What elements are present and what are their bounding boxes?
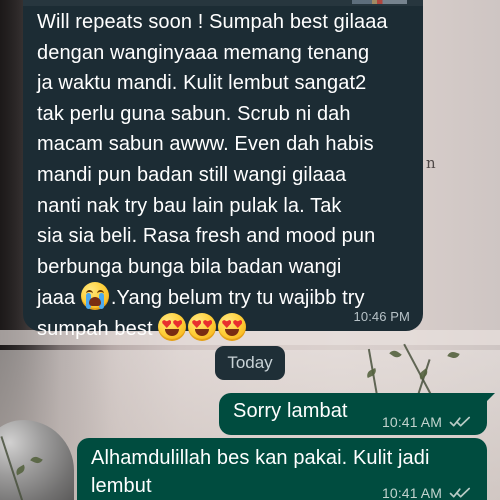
incoming-message-bubble[interactable]: Will repeats soon ! Sumpah best gilaaa d… — [23, 0, 423, 341]
plant-leaf — [30, 454, 43, 466]
emoji-heart-eye-shape — [192, 319, 202, 328]
message-line: ja waktu mandi. Kulit lembut sangat2 — [37, 72, 367, 95]
chat-screen: n Will repeats soon ! Sumpah best gilaaa… — [0, 0, 500, 500]
message-line: berbunga bunga bila badan wangi — [37, 255, 342, 278]
message-line: sia sia beli. Rasa fresh and mood pun — [37, 225, 376, 248]
incoming-message-text: Will repeats soon ! Sumpah best gilaaa d… — [37, 7, 409, 344]
heart-eyes-emoji-icon — [188, 312, 217, 341]
message-line: mandi pun badan still wangi gilaaa — [37, 163, 347, 186]
emoji-smile-shape — [165, 328, 180, 336]
double-check-icon — [449, 416, 471, 428]
message-line: Will repeats soon ! Sumpah best gilaaa — [37, 11, 388, 33]
background-partial-text: n — [426, 154, 436, 172]
plant-leaf — [14, 464, 27, 476]
outgoing-message-time: 10:41 AM — [382, 485, 442, 500]
message-line: dengan wanginyaaa memang tenang — [37, 41, 370, 64]
message-line: macam sabun awww. Even dah habis — [37, 133, 374, 156]
message-line: nanti nak try bau lain pulak la. Tak — [37, 194, 342, 217]
outgoing-message-bubble[interactable]: Sorry lambat 10:41 AM — [219, 393, 495, 435]
heart-eyes-emoji-icon — [218, 312, 247, 341]
crying-face-emoji-icon — [80, 282, 109, 311]
emoji-smile-shape — [195, 328, 210, 336]
message-text-fragment: sumpah best — [37, 317, 159, 340]
date-separator: Today — [215, 346, 285, 380]
emoji-mouth-shape — [88, 297, 101, 307]
message-line: tak perlu guna sabun. Scrub ni dah — [37, 102, 351, 125]
emoji-heart-eye-shape — [162, 319, 172, 328]
emoji-heart-eye-shape — [233, 319, 243, 328]
heart-eyes-emoji-icon — [158, 312, 187, 341]
cropped-message-header — [23, 0, 423, 6]
background-plant-left — [0, 436, 72, 500]
emoji-heart-eye-shape — [173, 319, 183, 328]
outgoing-message-line: Alhamdulillah bes kan pakai. Kulit jadi — [91, 447, 430, 469]
emoji-heart-eye-shape — [222, 319, 232, 328]
plant-leaf — [365, 367, 378, 379]
outgoing-message-bubble[interactable]: Alhamdulillah bes kan pakai. Kulit jadi … — [77, 438, 487, 500]
message-text-fragment: .Yang belum try tu wajibb try — [110, 287, 365, 310]
emoji-smile-shape — [225, 328, 240, 336]
incoming-message-time: 10:46 PM — [353, 309, 410, 324]
plant-leaf — [389, 348, 402, 360]
double-check-icon — [449, 487, 471, 499]
outgoing-message-time: 10:41 AM — [382, 414, 442, 430]
cropped-header-icons — [352, 0, 407, 4]
plant-leaf — [447, 350, 460, 360]
message-text-fragment: jaaa — [37, 287, 81, 310]
emoji-heart-eye-shape — [203, 319, 213, 328]
